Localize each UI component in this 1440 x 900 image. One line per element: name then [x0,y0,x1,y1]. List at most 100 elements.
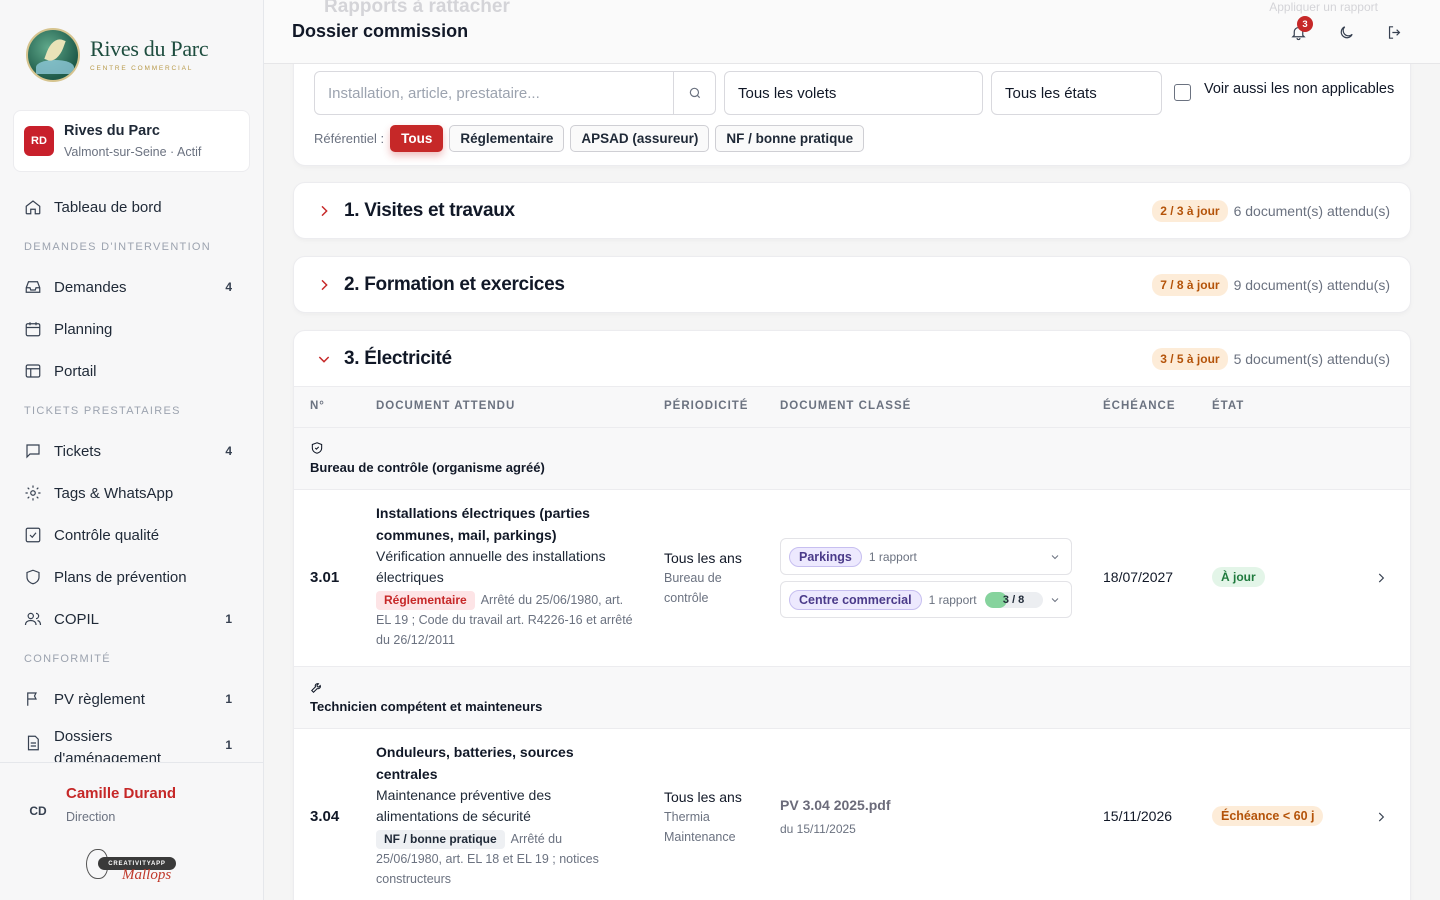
chevron-right-icon[interactable] [1374,571,1388,585]
sidebar-item-portail[interactable]: Portail [12,350,252,392]
sidebar-item-prevention[interactable]: Plans de prévention [12,556,252,598]
sidebar-item-label: COPIL [54,610,100,628]
document-select-centre[interactable]: Centre commercial 1 rapport 3 / 8 [780,581,1072,618]
document-title: Installations électriques (parties commu… [376,505,590,543]
periodicity-cell: Tous les ans Bureau de contrôle [664,548,754,608]
site-avatar: RD [24,126,54,156]
document-file-link[interactable]: PV 3.04 2025.pdf [780,797,891,813]
report-progress-text: 3 / 8 [1002,593,1025,606]
chip-nf[interactable]: NF / bonne pratique [715,125,865,152]
search-button[interactable] [673,72,715,114]
row-number: 3.04 [310,808,340,825]
layout-icon [25,364,41,378]
gear-icon [25,485,41,501]
sidebar-item-label: Dossiers d'aménagement [54,728,162,764]
section-header[interactable]: 1. Visites et travaux 2 / 3 à jour 6 doc… [294,183,1410,239]
section-doc-count: 9 document(s) attendu(s) [1233,277,1390,293]
logout-button[interactable] [1382,20,1406,44]
periodicity-cell: Tous les ans Thermia Maintenance [664,787,754,847]
group-label: Bureau de contrôle (organisme agréé) [310,460,545,475]
sidebar-item-label: Tableau de bord [54,198,162,216]
user-avatar[interactable]: CD [20,793,56,829]
document-select-parkings[interactable]: Parkings 1 rapport [780,538,1072,575]
search-icon [689,87,700,99]
sidebar-item-dossiers[interactable]: Dossiers d'aménagement 1 [12,720,252,764]
sidebar-item-label: PV règlement [54,690,145,708]
brand-subtitle: CENTRE COMMERCIAL [90,65,194,72]
chevron-down-icon [1051,555,1059,560]
status-badge: À jour [1212,567,1265,587]
sidebar-item-tags[interactable]: Tags & WhatsApp [12,472,252,514]
chip-reglementaire[interactable]: Réglementaire [449,125,565,152]
periodicity-provider: Thermia Maintenance [664,810,736,844]
home-icon [25,200,41,215]
sidebar-item-dashboard[interactable]: Tableau de bord [12,186,252,228]
search-input[interactable] [315,72,675,114]
table-row[interactable]: 3.01 Installations électriques (parties … [294,490,1410,667]
chip-tous[interactable]: Tous [390,125,444,152]
sidebar-item-copil[interactable]: COPIL 1 [12,598,252,640]
referentiel-filter: Référentiel : Tous Réglementaire APSAD (… [314,125,870,152]
column-header-etat: ÉTAT [1212,400,1245,412]
etats-select[interactable]: Tous les états [991,71,1162,115]
notifications-button[interactable]: 3 [1286,16,1313,44]
check-square-icon [25,527,41,543]
section-header[interactable]: 3. Électricité 3 / 5 à jour 5 document(s… [294,331,1410,387]
message-icon [26,444,40,459]
chevron-right-icon [321,205,328,217]
volets-select[interactable]: Tous les volets [724,71,983,115]
calendar-icon [25,322,41,337]
sidebar-item-label: Portail [54,362,97,380]
due-date: 18/07/2027 [1103,569,1174,585]
section-progress-badge: 3 / 5 à jour [1152,348,1228,370]
section-visites: 1. Visites et travaux 2 / 3 à jour 6 doc… [293,182,1411,239]
referentiel-tag: Réglementaire [376,591,475,610]
scrolled-section-title: Rapports à rattacher [324,0,510,17]
column-header-echeance: ÉCHÉANCE [1103,400,1176,412]
table-header: N° DOCUMENT ATTENDU PÉRIODICITÉ DOCUMENT… [294,386,1410,428]
sidebar: Rives du Parc CENTRE COMMERCIAL RD Rives… [0,0,264,900]
user-name[interactable]: Camille Durand [66,785,176,802]
show-na-toggle[interactable]: Voir aussi les non applicables [1174,81,1394,101]
brand-title: Rives du Parc [90,36,209,61]
document-cell: Onduleurs, batteries, sources centrales … [376,741,626,889]
sidebar-item-tickets[interactable]: Tickets 4 [12,430,252,472]
sidebar-item-count: 1 [225,738,232,752]
user-panel: CD Camille Durand Direction CREATIVITYAP… [0,762,263,900]
section-doc-count: 6 document(s) attendu(s) [1233,203,1390,219]
sidebar-item-count: 1 [225,692,232,706]
column-header-document-classe: DOCUMENT CLASSÉ [780,400,912,412]
chevron-right-icon[interactable] [1374,810,1388,824]
zone-pill: Centre commercial [789,589,922,610]
sidebar-item-label: Tickets [54,442,101,460]
main-content: Rapports à rattacher Appliquer un rappor… [264,0,1440,900]
sidebar-item-label: Planning [54,320,113,338]
theme-toggle-button[interactable] [1334,20,1358,44]
sidebar-item-demandes[interactable]: Demandes 4 [12,266,252,308]
column-header-no: N° [310,400,325,412]
show-na-checkbox[interactable] [1174,84,1191,101]
sidebar-item-pv[interactable]: PV règlement 1 [12,678,252,720]
creativityapp-logo: CREATIVITYAPP Mallops [86,847,178,887]
document-file-date: du 15/11/2025 [780,822,856,836]
table-row[interactable]: 3.04 Onduleurs, batteries, sources centr… [294,729,1410,900]
section-title: 1. Visites et travaux [344,200,515,221]
sidebar-item-qualite[interactable]: Contrôle qualité [12,514,252,556]
sidebar-item-label: Plans de prévention [54,568,187,586]
brand-logo[interactable]: Rives du Parc CENTRE COMMERCIAL [26,28,209,82]
section-header[interactable]: 2. Formation et exercices 7 / 8 à jour 9… [294,257,1410,313]
zone-pill: Parkings [789,546,862,567]
row-number: 3.01 [310,569,340,586]
chip-apsad[interactable]: APSAD (assureur) [570,125,710,152]
sidebar-item-planning[interactable]: Planning [12,308,252,350]
periodicity-value: Tous les ans [664,789,742,805]
report-count: 1 rapport [868,549,917,564]
logo-emblem-icon [26,28,80,82]
due-date: 15/11/2026 [1103,808,1173,824]
section-title: 3. Électricité [344,348,452,369]
sidebar-item-count: 4 [225,444,232,458]
chevron-down-icon [1051,598,1059,603]
site-switcher[interactable]: RD Rives du Parc Valmont-sur-Seine · Act… [13,110,250,172]
search-box [314,71,716,115]
group-row-technicien: Technicien compétent et mainteneurs [294,667,1410,729]
